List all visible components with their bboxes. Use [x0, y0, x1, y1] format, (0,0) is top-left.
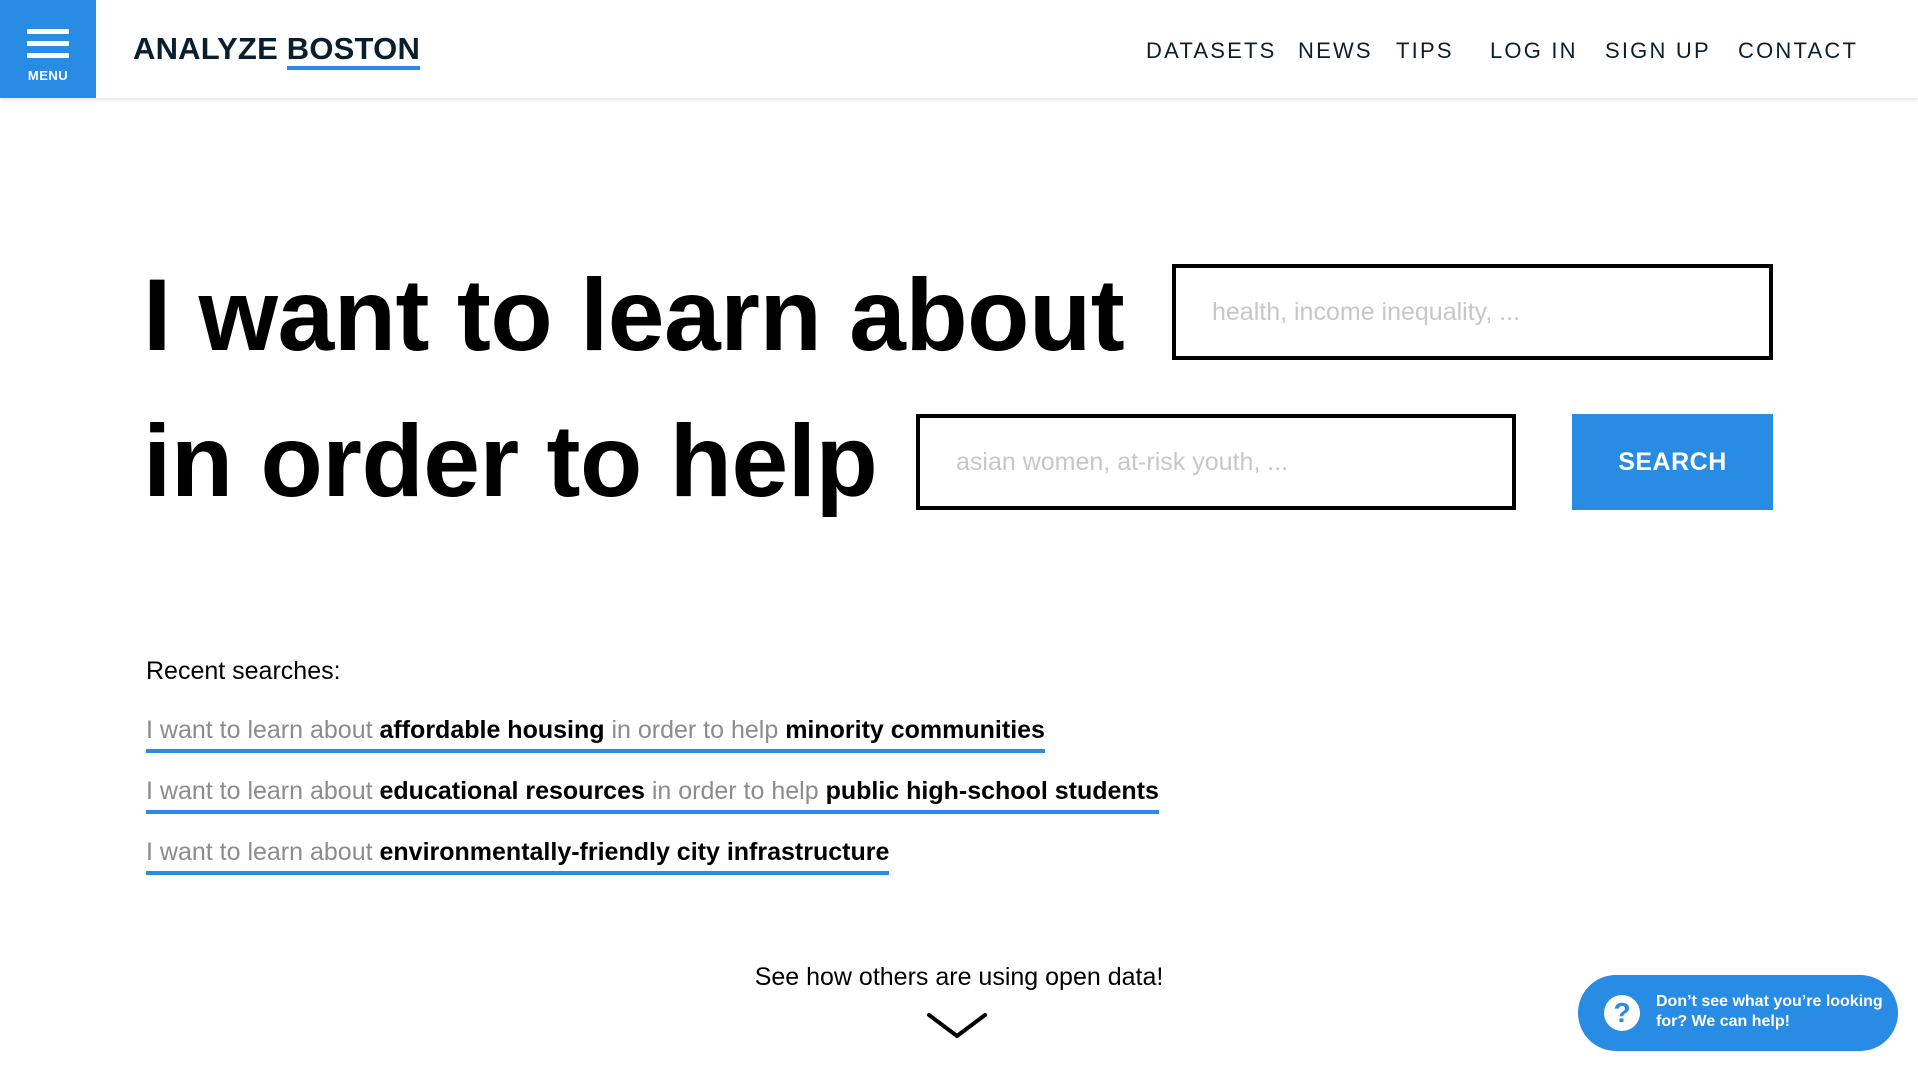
recent-topic: affordable housing [379, 716, 605, 744]
hamburger-icon [27, 29, 69, 59]
nav-news[interactable]: NEWS [1298, 38, 1373, 64]
nav-contact[interactable]: CONTACT [1738, 38, 1858, 64]
nav-datasets[interactable]: DATASETS [1146, 38, 1276, 64]
brand-word-analyze: ANALYZE [133, 31, 278, 66]
recent-topic: environmentally-friendly city infrastruc… [379, 838, 890, 866]
recent-middle: in order to help [651, 777, 819, 805]
site-header: MENU ANALYZE BOSTON DATASETS NEWS TIPS L… [0, 0, 1918, 98]
search-button[interactable]: SEARCH [1572, 414, 1773, 510]
recent-search-link[interactable]: I want to learn about educational resour… [146, 776, 1159, 814]
help-chat-text: Don’t see what you’re looking for? We ca… [1656, 993, 1883, 1030]
recent-audience: minority communities [785, 716, 1045, 744]
audience-search-input[interactable] [916, 414, 1516, 510]
chevron-down-icon[interactable] [926, 1012, 988, 1040]
question-icon: ? [1604, 995, 1640, 1031]
help-chat-button[interactable]: ? Don’t see what you’re looking for? We … [1578, 975, 1898, 1051]
nav-tips[interactable]: TIPS [1396, 38, 1454, 64]
recent-prefix: I want to learn about [146, 777, 373, 805]
brand-word-boston: BOSTON [286, 31, 421, 70]
menu-label: MENU [27, 68, 69, 83]
recent-audience: public high-school students [825, 777, 1159, 805]
recent-topic: educational resources [379, 777, 645, 805]
recent-search-link[interactable]: I want to learn about environmentally-fr… [146, 837, 890, 875]
nav-sign-up[interactable]: SIGN UP [1605, 38, 1711, 64]
menu-button[interactable]: MENU [0, 0, 96, 98]
recent-middle: in order to help [611, 716, 779, 744]
hero-line-help: in order to help [143, 404, 878, 518]
site-logo[interactable]: ANALYZE BOSTON [133, 31, 421, 70]
topic-search-input[interactable] [1172, 264, 1773, 360]
recent-search-link[interactable]: I want to learn about affordable housing… [146, 715, 1045, 753]
hero-line-learn: I want to learn about [143, 258, 1125, 372]
recent-searches-title: Recent searches: [146, 657, 341, 685]
recent-prefix: I want to learn about [146, 716, 373, 744]
recent-prefix: I want to learn about [146, 838, 373, 866]
nav-log-in[interactable]: LOG IN [1490, 38, 1578, 64]
